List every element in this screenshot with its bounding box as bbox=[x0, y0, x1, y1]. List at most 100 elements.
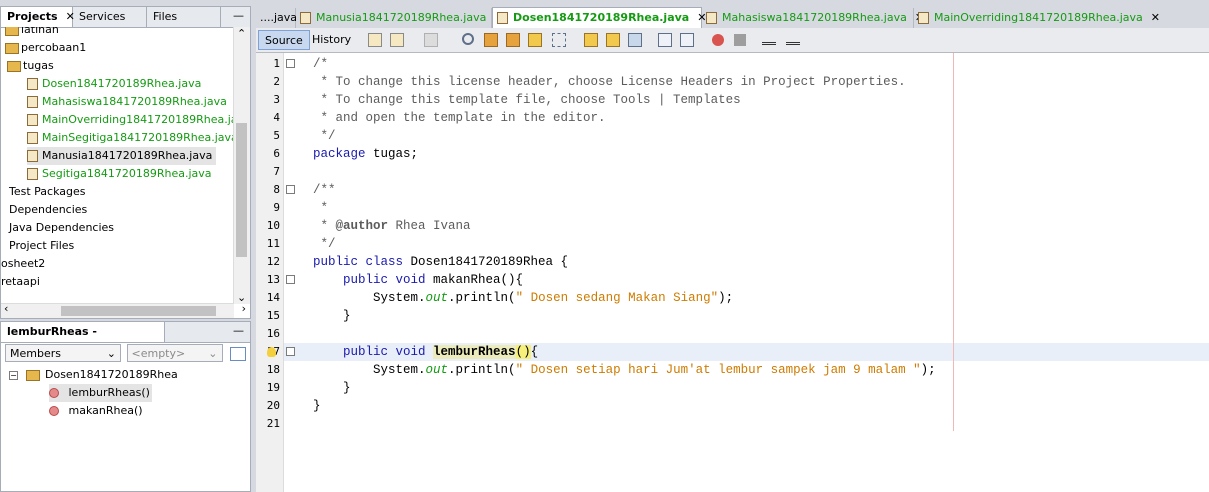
lightbulb-icon[interactable] bbox=[267, 347, 276, 357]
tree-item-label: Segitiga1841720189Rhea.java bbox=[42, 167, 212, 180]
chevron-left-icon[interactable]: ‹ bbox=[4, 302, 8, 315]
editor-tab[interactable]: MainOverriding1841720189Rhea.java ✕ bbox=[914, 8, 1160, 28]
vertical-scrollbar[interactable]: ⌃ ⌄ bbox=[233, 27, 250, 304]
chevron-up-icon[interactable]: ⌃ bbox=[237, 27, 246, 40]
back-icon[interactable] bbox=[390, 33, 404, 47]
tab-files[interactable]: Files bbox=[147, 7, 221, 27]
code-line: * To change this template file, choose T… bbox=[313, 93, 741, 107]
source-button-label: Source bbox=[265, 34, 303, 47]
code-line: System.out.println(" Dosen sedang Makan … bbox=[313, 289, 733, 307]
tree-item-file-selected[interactable]: Manusia1841720189Rhea.java bbox=[27, 147, 217, 165]
tab-navigator[interactable]: lemburRheas - Navigator✕ bbox=[1, 322, 165, 358]
toggle-bookmark-icon[interactable] bbox=[628, 33, 642, 47]
code-line: public class Dosen1841720189Rhea { bbox=[313, 253, 568, 271]
minimize-icon[interactable]: — bbox=[233, 7, 244, 25]
tree-item-label: Test Packages bbox=[9, 185, 86, 198]
tree-item-java-dependencies[interactable]: Java Dependencies bbox=[9, 219, 114, 237]
tab-projects[interactable]: Projects ✕ bbox=[1, 7, 75, 27]
tree-item-tugas[interactable]: tugas bbox=[7, 57, 54, 75]
code-text: Dosen1841720189Rhea { bbox=[403, 255, 569, 269]
code-line: */ bbox=[313, 129, 336, 143]
editor-tab-label: MainOverriding1841720189Rhea.java bbox=[934, 11, 1143, 24]
tree-item-dependencies[interactable]: Dependencies bbox=[9, 201, 87, 219]
fold-icon[interactable] bbox=[286, 275, 295, 284]
tab-services[interactable]: Services bbox=[73, 7, 147, 27]
last-edit-icon[interactable] bbox=[368, 33, 382, 47]
code-javadoc-tag: @author bbox=[335, 219, 389, 233]
fold-icon[interactable] bbox=[286, 347, 295, 356]
java-file-icon bbox=[27, 114, 38, 126]
tree-item-file[interactable]: Dosen1841720189Rhea.java bbox=[27, 75, 201, 93]
code-line: * @author Rhea Ivana bbox=[313, 217, 471, 235]
code-line: } bbox=[313, 399, 321, 413]
previous-bookmark-icon[interactable] bbox=[584, 33, 598, 47]
scrollbar-thumb[interactable] bbox=[61, 306, 216, 316]
empty-select[interactable]: <empty> ⌄ bbox=[126, 344, 223, 362]
code-line: * bbox=[313, 201, 329, 215]
fold-icon[interactable] bbox=[286, 185, 295, 194]
uncomment-icon[interactable] bbox=[786, 33, 800, 45]
editor-tab[interactable]: Mahasiswa1841720189Rhea.java✕ bbox=[702, 8, 924, 28]
navigator-config-icon[interactable] bbox=[230, 347, 246, 361]
navigator-tabbar: lemburRheas - Navigator✕ — bbox=[1, 322, 250, 358]
tree-item-latihan[interactable]: latihan bbox=[5, 27, 59, 39]
history-button[interactable]: History bbox=[306, 30, 357, 50]
rectangular-selection-icon[interactable] bbox=[552, 33, 566, 47]
fold-icon[interactable] bbox=[286, 59, 295, 68]
navigator-filter-row: Members ⌄ <empty> ⌄ bbox=[5, 344, 246, 362]
tree-item-file[interactable]: Mahasiswa1841720189Rhea.java bbox=[27, 93, 227, 111]
close-icon[interactable]: ✕ bbox=[1151, 11, 1160, 24]
tree-item-percobaan1[interactable]: percobaan1 bbox=[5, 39, 86, 57]
code-editor[interactable]: /* * To change this license header, choo… bbox=[267, 53, 1209, 492]
minimize-icon[interactable]: — bbox=[233, 322, 244, 340]
tree-item-osheet2[interactable]: osheet2 bbox=[1, 255, 45, 273]
java-file-icon bbox=[300, 12, 311, 24]
projects-panel: Projects ✕ Services Files — latihan perco… bbox=[0, 6, 251, 319]
tree-item-label: Dosen1841720189Rhea.java bbox=[42, 77, 202, 90]
code-line: * and open the template in the editor. bbox=[313, 111, 606, 125]
editor-tab[interactable]: Manusia1841720189Rhea.java✕ bbox=[296, 8, 504, 28]
tree-item-label: MainSegitiga1841720189Rhea.java bbox=[42, 131, 234, 144]
code-line: /** bbox=[313, 183, 336, 197]
find-previous-icon[interactable] bbox=[484, 33, 498, 47]
navigator-class-node[interactable]: − Dosen1841720189Rhea bbox=[9, 366, 178, 384]
tree-item-file[interactable]: Segitiga1841720189Rhea.java bbox=[27, 165, 212, 183]
source-button[interactable]: Source bbox=[258, 30, 310, 50]
scrollbar-thumb[interactable] bbox=[236, 123, 247, 257]
code-line: public void makanRhea(){ bbox=[313, 271, 523, 289]
horizontal-scrollbar[interactable]: ‹ › bbox=[1, 302, 246, 318]
next-bookmark-icon[interactable] bbox=[606, 33, 620, 47]
record-macro-icon[interactable] bbox=[712, 34, 724, 46]
shift-left-icon[interactable] bbox=[658, 33, 672, 47]
navigator-member-label: makanRhea() bbox=[68, 404, 143, 417]
editor-tab-label: Dosen1841720189Rhea.java bbox=[513, 11, 690, 24]
tree-item-project-files[interactable]: Project Files bbox=[9, 237, 74, 255]
tree-item-retaapi[interactable]: retaapi bbox=[1, 273, 40, 291]
method-icon bbox=[49, 406, 59, 416]
members-select[interactable]: Members ⌄ bbox=[5, 344, 121, 362]
search-icon[interactable] bbox=[462, 33, 474, 45]
tree-item-label: Dependencies bbox=[9, 203, 88, 216]
java-file-icon bbox=[27, 96, 38, 108]
collapse-icon[interactable]: − bbox=[9, 370, 18, 380]
forward-icon[interactable] bbox=[424, 33, 438, 47]
editor-tab-label: Manusia1841720189Rhea.java bbox=[316, 11, 487, 24]
empty-select-value: <empty> bbox=[131, 347, 186, 360]
code-text: System. bbox=[313, 363, 426, 377]
shift-right-icon[interactable] bbox=[680, 33, 694, 47]
stop-macro-icon[interactable] bbox=[734, 34, 746, 46]
comment-icon[interactable] bbox=[762, 33, 776, 45]
chevron-right-icon[interactable]: › bbox=[242, 302, 246, 315]
navigator-member-selected[interactable]: lemburRheas() bbox=[49, 384, 152, 402]
find-next-icon[interactable] bbox=[506, 33, 520, 47]
tree-item-file[interactable]: MainOverriding1841720189Rhea.java bbox=[27, 111, 234, 129]
code-text: tugas; bbox=[365, 147, 419, 161]
toggle-highlight-icon[interactable] bbox=[528, 33, 542, 47]
tree-item-file[interactable]: MainSegitiga1841720189Rhea.java bbox=[27, 129, 234, 147]
editor-tab[interactable]: ....java bbox=[256, 8, 297, 28]
java-file-icon bbox=[27, 132, 38, 144]
project-tree: latihan percobaan1 tugas Dosen1841720189… bbox=[1, 27, 234, 304]
editor-tab-active[interactable]: Dosen1841720189Rhea.java ✕ bbox=[492, 7, 706, 28]
navigator-member[interactable]: makanRhea() bbox=[49, 402, 143, 420]
tree-item-test-packages[interactable]: Test Packages bbox=[9, 183, 85, 201]
